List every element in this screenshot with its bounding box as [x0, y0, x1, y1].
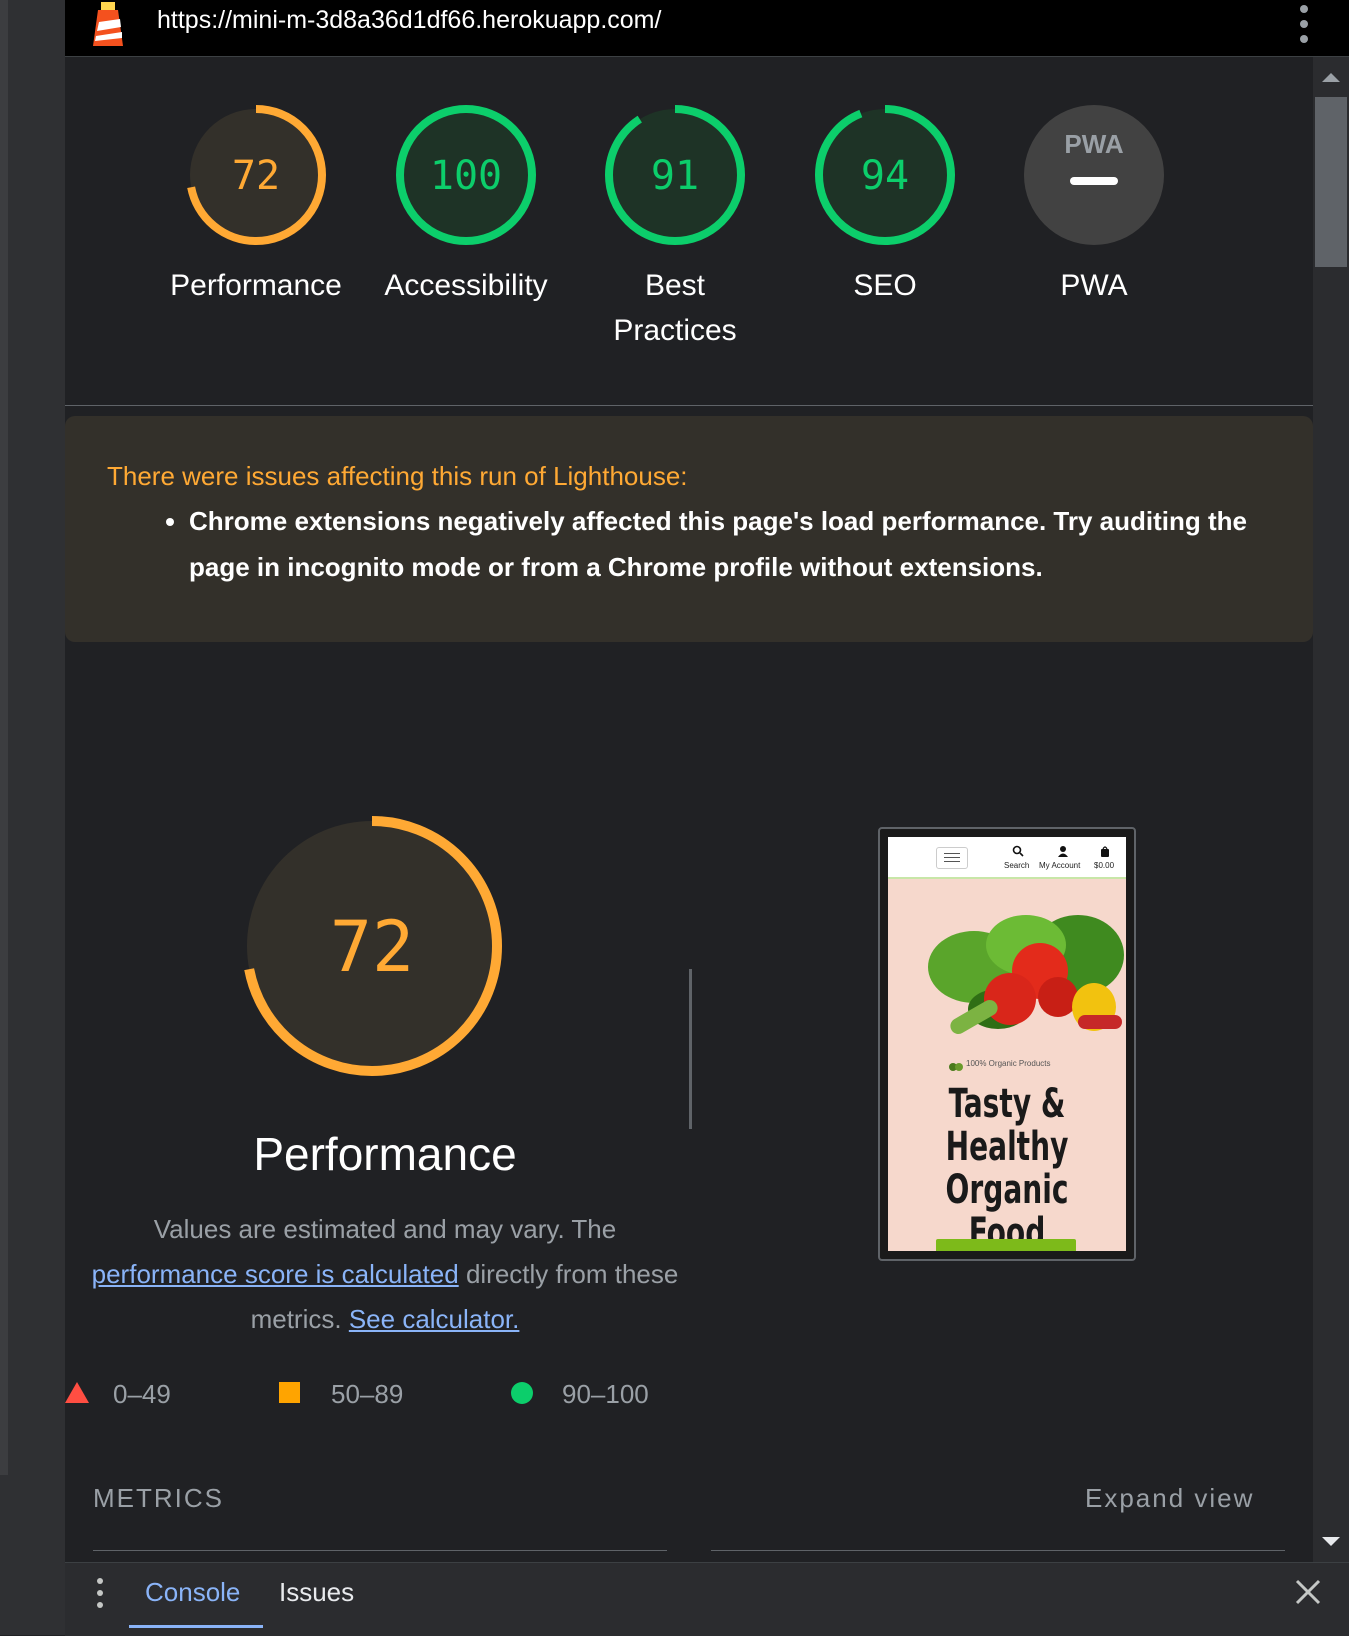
warning-item: Chrome extensions negatively affected th… — [189, 498, 1249, 590]
report-main: 72 Performance 100 Accessibility 91 Best… — [65, 57, 1313, 1562]
report-topbar: https://mini-m-3d8a36d1df66.herokuapp.co… — [65, 0, 1349, 57]
accessibility-score-text: 100 — [430, 153, 502, 199]
average-square-icon — [279, 1382, 300, 1403]
score-calculated-link[interactable]: performance score is calculated — [92, 1259, 459, 1289]
score-gauges: 72 Performance 100 Accessibility 91 Best… — [65, 57, 1313, 406]
tab-console[interactable]: Console — [145, 1577, 240, 1608]
scroll-thumb[interactable] — [1315, 97, 1347, 267]
hero-line: Tasty & — [948, 1081, 1066, 1127]
fail-triangle-icon — [65, 1382, 89, 1403]
gauge-accessibility[interactable]: 100 Accessibility — [357, 101, 575, 308]
hero-heading: Tasty & Healthy Organic Food — [914, 1081, 1100, 1252]
metrics-divider-right — [711, 1550, 1285, 1551]
report-url[interactable]: https://mini-m-3d8a36d1df66.herokuapp.co… — [157, 6, 661, 35]
leaf-icon — [949, 1063, 963, 1071]
gauge-seo[interactable]: 94 SEO — [776, 101, 994, 308]
performance-title: Performance — [253, 1128, 517, 1180]
search-icon — [1012, 845, 1024, 857]
screenshot-nav: Search My Account $0.00 — [888, 837, 1126, 879]
gauge-label: Accessibility — [384, 269, 548, 302]
page-screenshot: Search My Account $0.00 100% Organic Pro… — [888, 837, 1126, 1251]
scroll-down-icon[interactable] — [1322, 1537, 1340, 1546]
more-options-icon[interactable] — [1299, 4, 1309, 44]
gauge-performance[interactable]: 72 Performance — [147, 101, 365, 308]
warnings-title: There were issues affecting this run of … — [107, 461, 688, 491]
lighthouse-icon — [93, 2, 123, 46]
close-icon[interactable] — [1293, 1577, 1323, 1607]
scroll-up-icon[interactable] — [1322, 73, 1340, 82]
left-panel-strip — [0, 0, 65, 1635]
vertical-divider — [689, 969, 692, 1129]
pwa-badge-text: PWA — [1064, 129, 1123, 159]
vertical-scrollbar[interactable] — [1313, 57, 1349, 1562]
seo-score-text: 94 — [861, 153, 909, 199]
performance-large-gauge: 72 — [242, 816, 502, 1076]
best-practices-gauge-ring: 91 — [605, 105, 745, 245]
performance-large-score: 72 — [330, 906, 414, 988]
legend-range: 50–89 — [331, 1379, 404, 1409]
pwa-badge-icon: PWA — [1024, 105, 1164, 245]
drawer-menu-icon[interactable] — [95, 1577, 105, 1609]
bag-icon — [1101, 846, 1109, 857]
legend-range: 0–49 — [113, 1379, 171, 1409]
hero-button — [936, 1239, 1076, 1251]
gauge-label: SEO — [853, 269, 917, 302]
performance-gauge-ring: 72 — [186, 105, 326, 245]
panel-divider — [0, 0, 8, 1475]
gauge-label: Performance — [170, 269, 342, 302]
hero-line: Healthy — [945, 1124, 1069, 1170]
nav-account: My Account — [1039, 861, 1081, 870]
gauge-best-practices[interactable]: 91 Best Practices — [566, 101, 784, 353]
vegetables-image — [928, 915, 1124, 1034]
hamburger-icon — [936, 847, 968, 869]
nav-cart: $0.00 — [1094, 861, 1115, 870]
user-icon — [1058, 846, 1068, 857]
seo-gauge-ring: 94 — [815, 105, 955, 245]
pass-circle-icon — [511, 1382, 533, 1404]
gauge-pwa[interactable]: PWA PWA — [985, 101, 1203, 308]
accessibility-gauge-ring: 100 — [396, 105, 536, 245]
gauge-label: PWA — [1060, 269, 1128, 302]
desc-text-1: Values are estimated and may vary. The — [153, 1214, 617, 1244]
legend-range: 90–100 — [562, 1379, 649, 1409]
devtools-drawer: Console Issues — [65, 1562, 1349, 1636]
performance-description: Values are estimated and may vary. The p… — [65, 1207, 705, 1342]
performance-score-text: 72 — [232, 153, 280, 199]
tab-issues[interactable]: Issues — [279, 1577, 354, 1608]
active-tab-indicator — [129, 1625, 263, 1628]
warnings-list: Chrome extensions negatively affected th… — [149, 498, 1249, 590]
nav-search: Search — [1004, 861, 1030, 870]
best-practices-score-text: 91 — [651, 153, 699, 199]
see-calculator-link[interactable]: See calculator. — [349, 1304, 520, 1334]
lighthouse-warnings: There were issues affecting this run of … — [65, 416, 1313, 642]
final-screenshot[interactable]: Search My Account $0.00 100% Organic Pro… — [878, 827, 1136, 1261]
expand-view-button[interactable]: Expand view — [1085, 1483, 1254, 1514]
metrics-heading: METRICS — [93, 1483, 224, 1513]
metrics-divider-left — [93, 1550, 667, 1551]
tagline: 100% Organic Products — [966, 1059, 1051, 1068]
gauge-label: Best Practices — [613, 269, 737, 347]
